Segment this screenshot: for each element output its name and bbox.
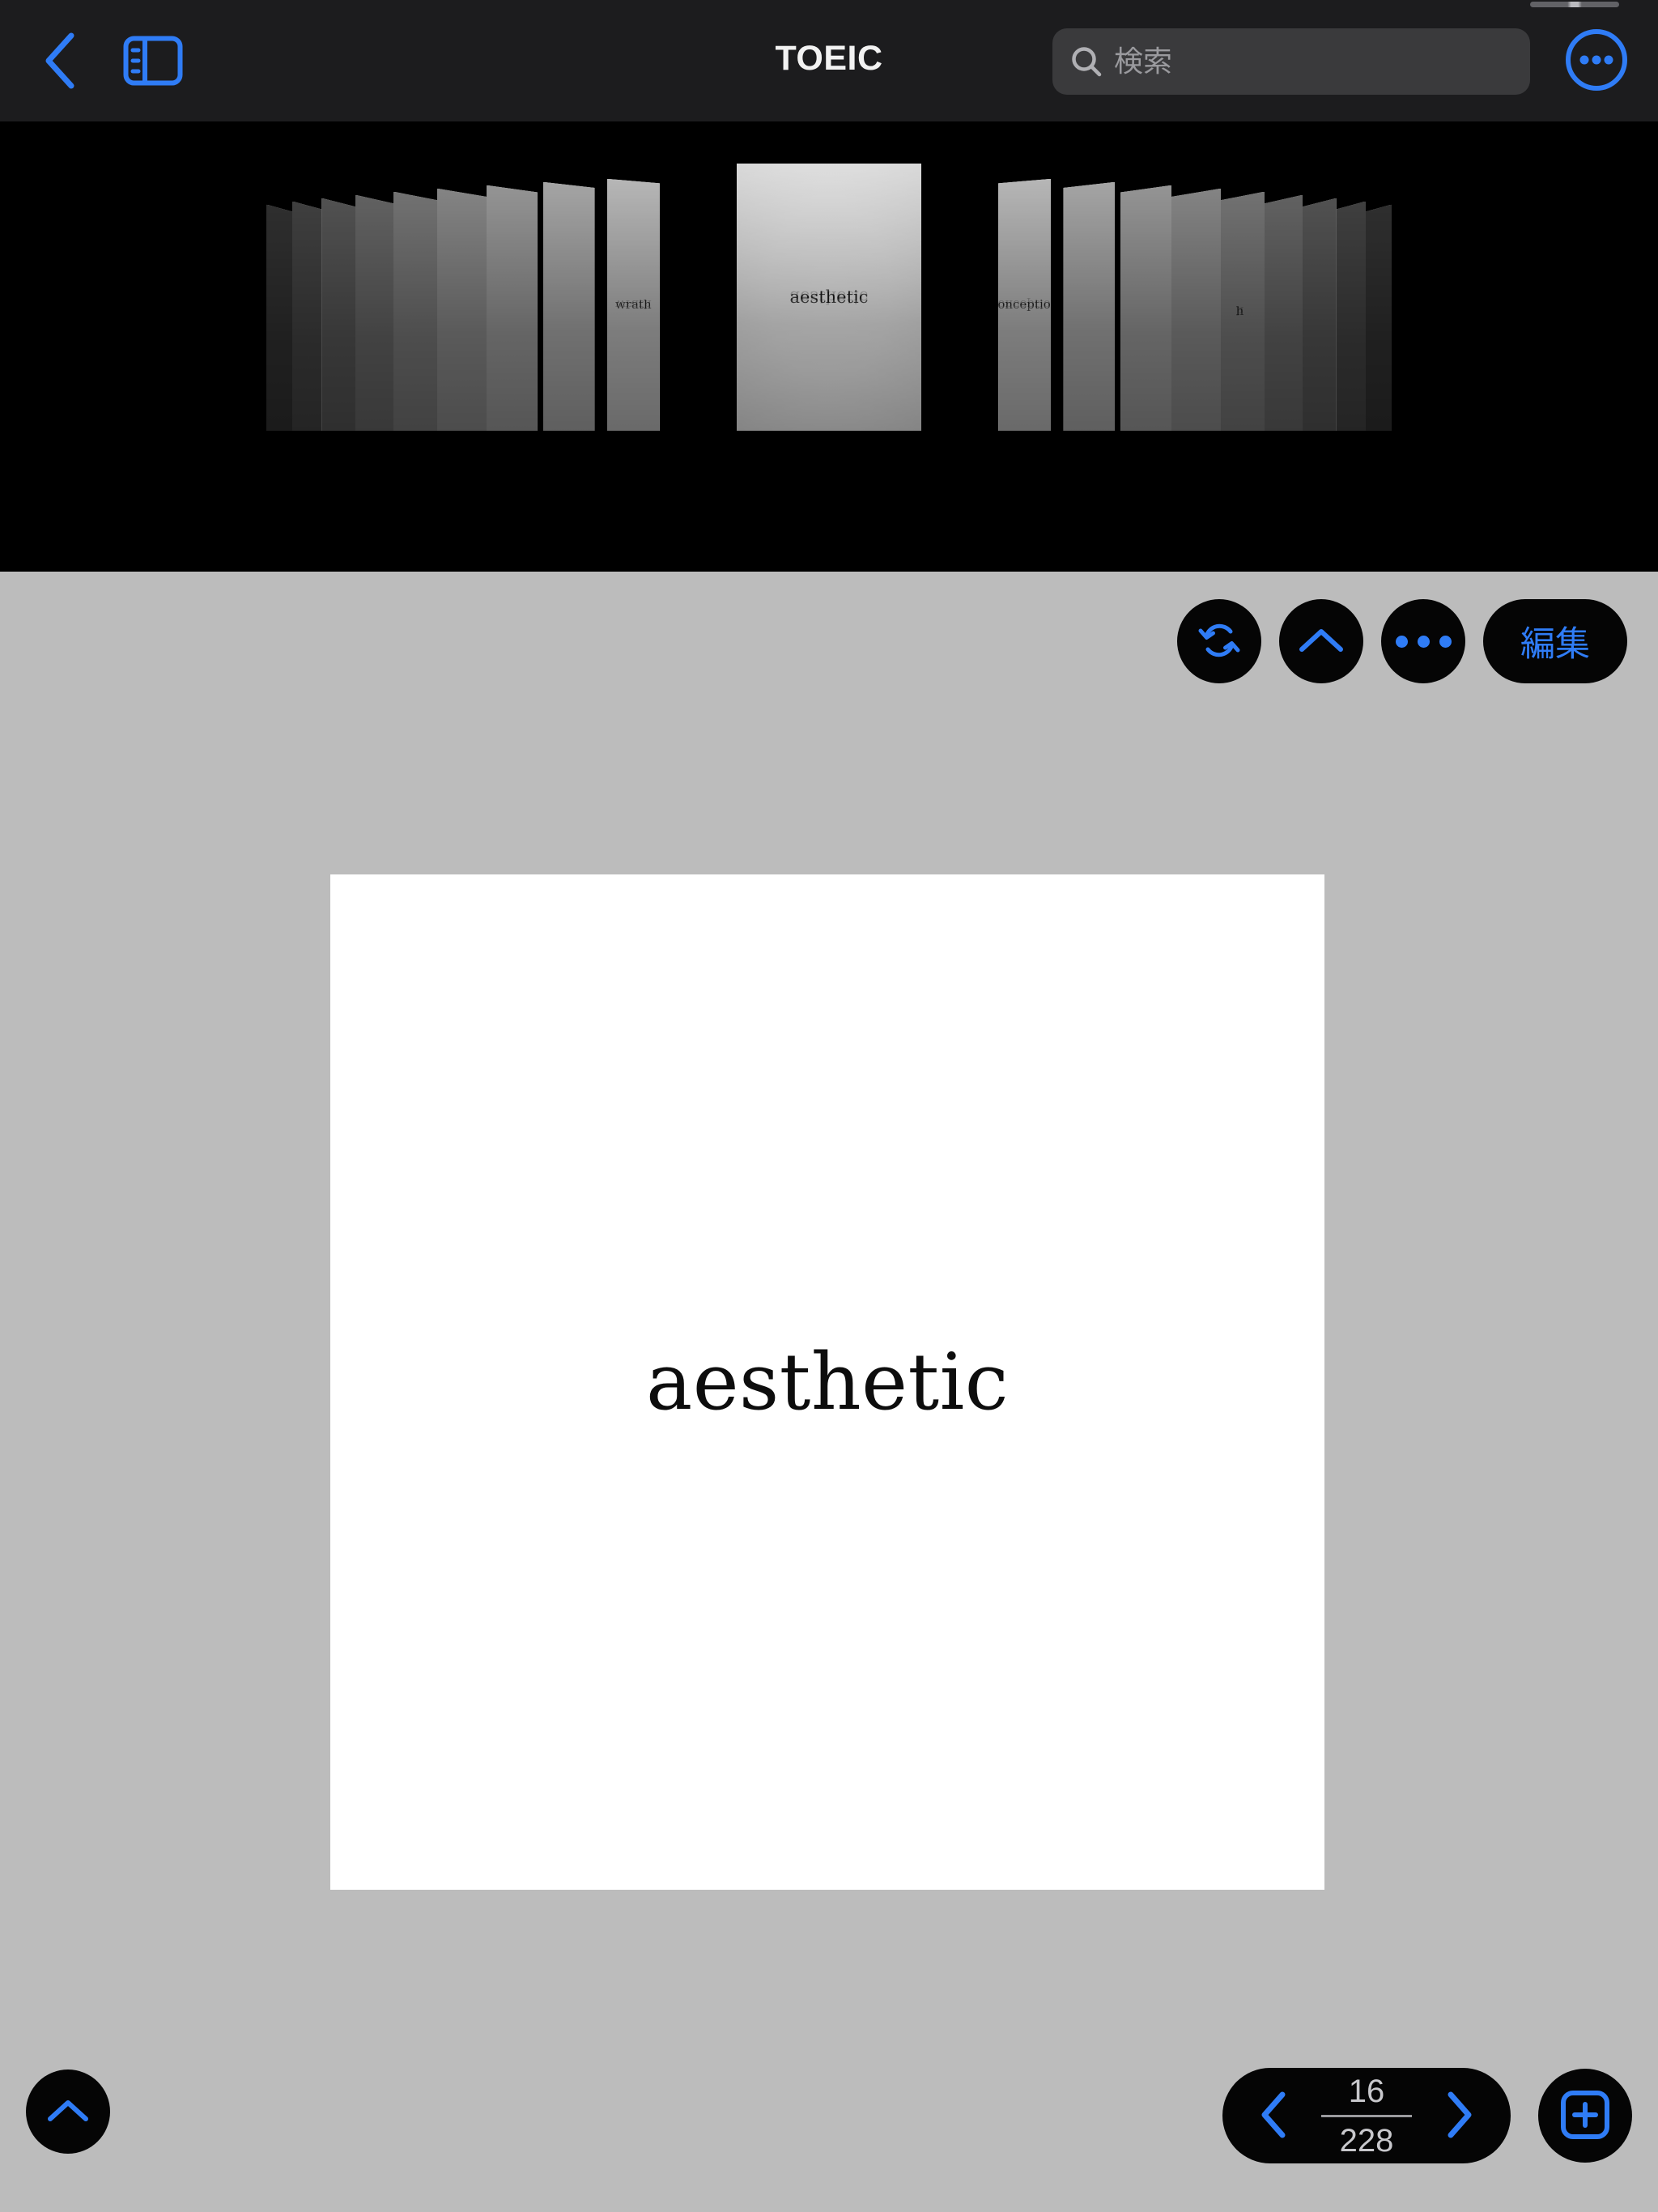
bottom-controls: 16 228 — [1222, 2068, 1632, 2163]
carousel-card-reflection: h — [1214, 191, 1265, 431]
search-icon — [1070, 45, 1103, 78]
flashcard[interactable]: aesthetic — [330, 874, 1324, 1890]
app-root: TOEIC wrathwrathaestheticae — [0, 0, 1658, 2212]
navbar-more-button[interactable] — [1564, 28, 1629, 96]
pagination-control: 16 228 — [1222, 2068, 1511, 2163]
carousel-card-word-reflection: wrath — [614, 297, 652, 313]
carousel-card[interactable] — [486, 185, 538, 431]
sidebar-toggle-icon — [123, 36, 183, 90]
carousel-card[interactable] — [1171, 188, 1222, 431]
carousel-card-reflection — [542, 181, 595, 431]
carousel-card-reflection: conception — [998, 178, 1052, 431]
plus-square-icon — [1560, 2090, 1610, 2142]
add-card-button[interactable] — [1538, 2069, 1632, 2163]
carousel-card-active[interactable]: aestheticaesthetic — [737, 164, 921, 431]
carousel-card[interactable] — [542, 181, 595, 431]
status-bar — [0, 0, 1658, 11]
expand-panel-button[interactable] — [26, 2069, 110, 2154]
next-card-button[interactable] — [1430, 2078, 1488, 2153]
current-page: 16 — [1348, 2073, 1385, 2109]
carousel-card-reflection — [393, 191, 444, 431]
carousel-card[interactable]: conceptionconception — [998, 178, 1052, 431]
back-button[interactable] — [31, 32, 87, 91]
chevron-left-icon — [40, 31, 78, 95]
carousel-card-reflection: wrath — [606, 178, 660, 431]
carousel-card-reflection — [486, 185, 538, 431]
battery-indicator — [1530, 2, 1619, 7]
flashcard-word: aesthetic — [645, 1337, 1010, 1427]
card-toolbar: 編集 — [1177, 599, 1627, 683]
card-carousel[interactable]: wrathwrath aestheticaesthetic conceptionco… — [0, 121, 1658, 572]
chevron-up-icon — [46, 2097, 90, 2127]
chevron-left-icon — [1258, 2090, 1290, 2142]
ellipsis-circle-icon — [1564, 28, 1629, 96]
total-pages: 228 — [1339, 2122, 1394, 2159]
search-input[interactable] — [1114, 28, 1512, 95]
sidebar-toggle-button[interactable] — [123, 34, 183, 91]
chevron-right-icon — [1443, 2090, 1475, 2142]
navigation-bar: TOEIC — [0, 0, 1658, 121]
carousel-card[interactable] — [436, 188, 487, 431]
carousel-card-word-reflection: conception — [998, 297, 1051, 313]
chevron-up-icon — [1298, 626, 1345, 657]
carousel-card-word-reflection: h — [1235, 304, 1244, 319]
carousel-card-reflection: aesthetic — [737, 164, 921, 431]
carousel-card-reflection — [1063, 181, 1116, 431]
carousel-card-reflection — [436, 188, 487, 431]
ellipsis-icon — [1395, 635, 1452, 648]
page-indicator: 16 228 — [1315, 2075, 1418, 2157]
refresh-circular-arrows-icon — [1197, 619, 1241, 665]
search-field[interactable] — [1052, 28, 1530, 95]
carousel-card[interactable]: wrathwrath — [606, 178, 660, 431]
carousel-card-reflection — [1120, 185, 1172, 431]
shuffle-button[interactable] — [1177, 599, 1261, 683]
carousel-card[interactable] — [393, 191, 444, 431]
edit-button[interactable]: 編集 — [1483, 599, 1627, 683]
previous-card-button[interactable] — [1245, 2078, 1303, 2153]
toolbar-more-button[interactable] — [1381, 599, 1465, 683]
carousel-card[interactable] — [1120, 185, 1172, 431]
carousel-card-reflection — [1171, 188, 1222, 431]
collapse-preview-button[interactable] — [1279, 599, 1363, 683]
carousel-card[interactable] — [1063, 181, 1116, 431]
carousel-card[interactable]: hh — [1214, 191, 1265, 431]
carousel-card-word-reflection: aesthetic — [789, 287, 869, 307]
